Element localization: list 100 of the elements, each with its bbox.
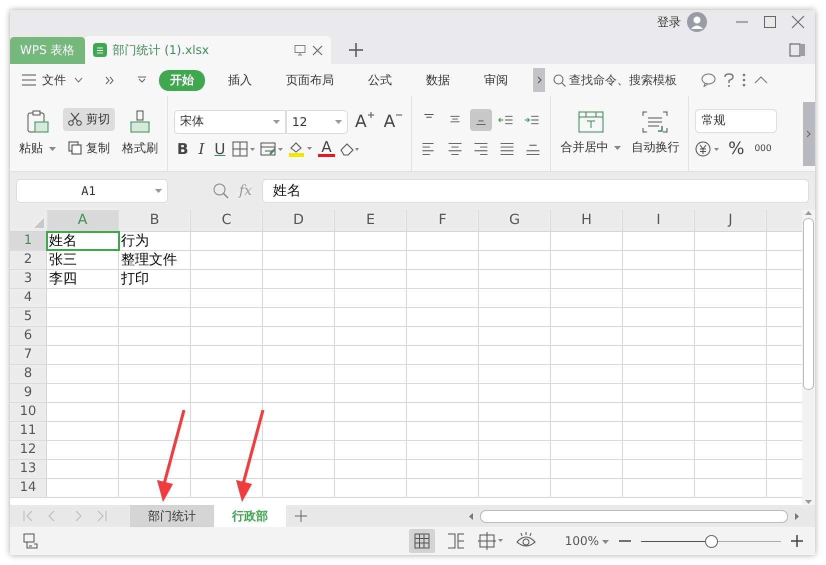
zoom-in-icon[interactable] [791, 535, 803, 547]
collapse-icon[interactable] [754, 76, 768, 84]
vertical-scrollbar[interactable] [802, 210, 815, 505]
normal-view-icon[interactable] [408, 529, 435, 553]
double-chevron-icon[interactable] [105, 76, 115, 84]
scroll-left-icon[interactable] [469, 512, 474, 520]
macro-icon[interactable] [22, 532, 40, 550]
align-icon[interactable] [470, 108, 492, 130]
eraser-icon[interactable] [338, 140, 359, 156]
row-header[interactable]: 9 [10, 384, 47, 402]
decrease-font-button[interactable]: A [380, 112, 406, 132]
more-icon[interactable] [742, 73, 746, 87]
close-icon[interactable] [791, 15, 805, 29]
cell-style-icon[interactable] [260, 140, 284, 156]
active-cell[interactable]: 姓名 [47, 232, 119, 250]
zoom-slider-thumb[interactable] [705, 534, 718, 548]
ribbon-tab[interactable]: 审阅 [473, 70, 519, 90]
row-header[interactable]: 7 [10, 346, 47, 364]
close-icon[interactable] [312, 44, 323, 56]
caret-down-icon [602, 540, 609, 544]
menu-icon[interactable] [22, 74, 36, 86]
login-link[interactable]: 登录 [657, 14, 681, 30]
ribbon-tab[interactable]: 插入 [217, 70, 263, 90]
zoom-dropdown[interactable]: 100% [564, 534, 609, 548]
copy-icon [68, 141, 82, 155]
avatar-icon[interactable] [687, 12, 707, 32]
font-dropdown[interactable]: 宋体 [174, 110, 286, 134]
row-header[interactable]: 8 [10, 365, 47, 383]
cut-button[interactable]: 剪切 [63, 108, 115, 130]
copy-button[interactable]: 复制 [63, 136, 115, 160]
column-header[interactable]: H [551, 210, 623, 231]
paste-button[interactable]: 粘贴 [16, 108, 59, 159]
search-icon [553, 74, 566, 86]
number-format-dropdown[interactable]: 常规 [695, 108, 778, 132]
chat-icon[interactable] [701, 73, 716, 87]
zoom-search-icon[interactable] [213, 183, 229, 199]
search-field[interactable]: 查找命令、搜索模板 [553, 73, 693, 87]
merge-cells-icon [578, 111, 604, 133]
font-color-button[interactable]: A [318, 140, 335, 157]
horizontal-scrollbar[interactable] [469, 509, 799, 523]
chevron-down-icon[interactable] [137, 76, 147, 84]
column-header[interactable]: B [119, 210, 191, 231]
column-header[interactable]: F [407, 210, 479, 231]
plus-icon [368, 112, 374, 118]
chevron-right-icon[interactable] [533, 68, 545, 92]
add-sheet-icon[interactable] [294, 509, 308, 523]
underline-button[interactable]: U [211, 140, 228, 158]
italic-button[interactable]: I [195, 140, 208, 158]
row-header[interactable]: 12 [10, 441, 47, 459]
ribbon-tab[interactable]: 数据 [415, 70, 461, 90]
ribbon-tab[interactable]: 页面布局 [275, 70, 345, 90]
wrap-text-button[interactable]: 自动换行 [628, 109, 682, 158]
bold-button[interactable]: B [174, 140, 192, 158]
column-header[interactable]: J [695, 210, 767, 231]
file-menu[interactable]: 文件 [42, 72, 66, 88]
borders-icon[interactable] [232, 140, 256, 156]
row-header[interactable]: 6 [10, 327, 47, 345]
chevron-down-icon[interactable] [74, 77, 83, 83]
font-size-dropdown[interactable]: 12 [286, 110, 348, 134]
table-cell-text: 行为 [120, 232, 149, 250]
caret-down-icon [335, 120, 342, 124]
monitor-icon[interactable] [294, 44, 306, 56]
scissors-icon [68, 112, 82, 126]
column-header[interactable]: D [263, 210, 335, 231]
tab-label: 部门统计 (1).xlsx [112, 42, 210, 58]
maximize-icon[interactable] [763, 15, 777, 29]
row-header[interactable]: 14 [10, 479, 47, 497]
column-header[interactable]: I [623, 210, 695, 231]
row-header[interactable]: 4 [10, 289, 47, 307]
increase-font-button[interactable]: A [352, 112, 377, 132]
column-header[interactable]: G [479, 210, 551, 231]
wrap-text-icon [642, 111, 668, 133]
row-header[interactable]: 2 [10, 251, 47, 269]
row-header[interactable]: 3 [10, 270, 47, 288]
sheet-tab[interactable]: 部门统计 [130, 505, 214, 527]
column-header[interactable]: E [335, 210, 407, 231]
row-header[interactable]: 11 [10, 422, 47, 440]
percent-button[interactable]: % [725, 138, 748, 158]
help-icon[interactable] [724, 72, 734, 88]
thousands-button[interactable]: 000 [751, 144, 775, 154]
currency-icon[interactable] [695, 140, 722, 156]
document-tab[interactable]: 部门统计 (1).xlsx [84, 36, 331, 64]
row-header[interactable]: 5 [10, 308, 47, 326]
caret-down-icon [273, 120, 280, 124]
spreadsheet-icon [92, 43, 107, 57]
merge-center-button[interactable]: 合并居中 [557, 109, 624, 158]
ribbon-tab[interactable]: 公式 [357, 70, 403, 90]
row-header[interactable]: 13 [10, 460, 47, 478]
fill-color-icon[interactable] [288, 140, 314, 157]
table-cell-text: 整理文件 [120, 251, 177, 269]
format-painter-button[interactable]: 格式刷 [119, 108, 161, 159]
row-header[interactable]: 10 [10, 403, 47, 421]
scroll-right-icon[interactable] [794, 512, 799, 520]
panel-icon[interactable] [789, 43, 805, 57]
name-box[interactable]: A1 [16, 179, 168, 203]
plus-icon[interactable] [348, 43, 363, 57]
reading-layout-icon[interactable] [476, 530, 505, 552]
column-header[interactable]: C [191, 210, 263, 231]
brush-icon [129, 110, 151, 134]
formula-field[interactable]: 姓名 [262, 179, 809, 203]
